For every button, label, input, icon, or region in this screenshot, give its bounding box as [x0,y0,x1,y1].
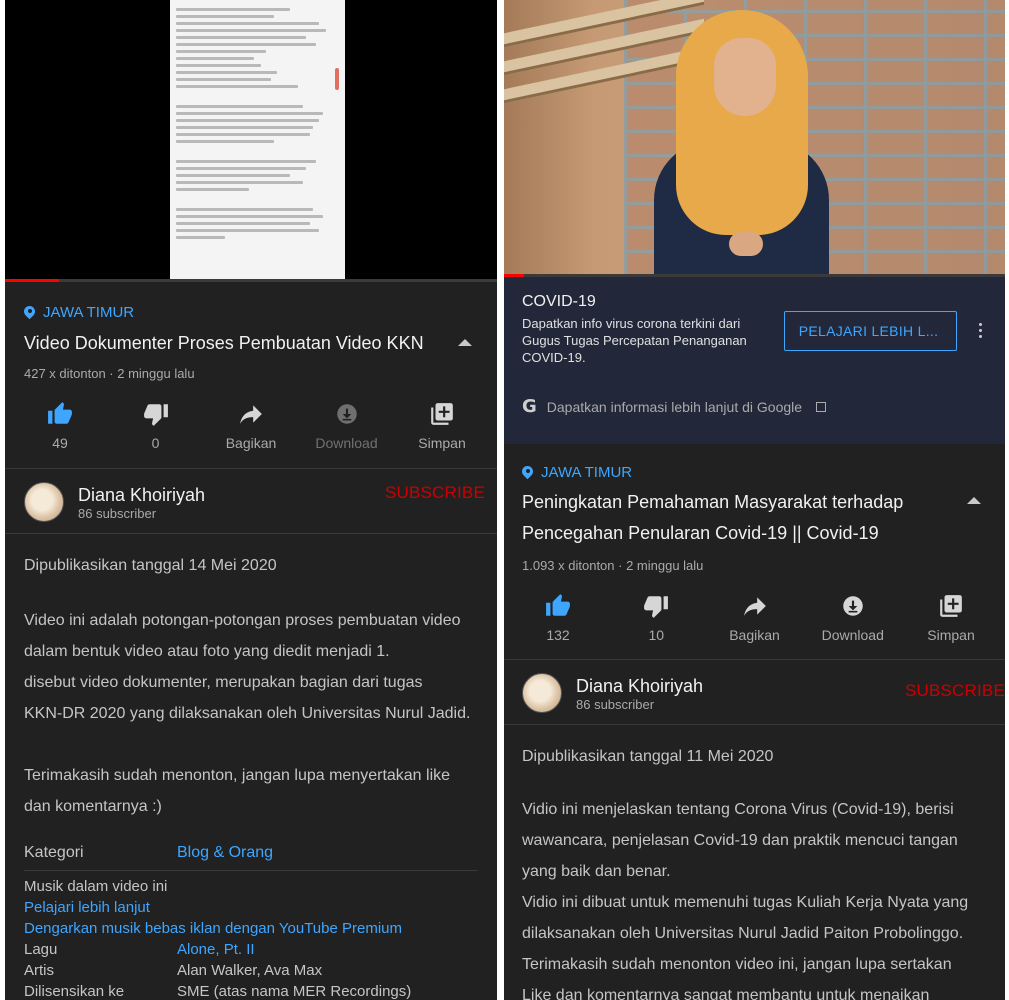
video-title: Video Dokumenter Proses Pembuatan Video … [24,333,424,353]
share-arrow-icon [743,597,766,616]
video-player[interactable] [504,0,1005,277]
artist-row: Artis Alan Walker, Ava Max [24,962,323,979]
location-pin-icon [522,466,533,480]
avatar[interactable] [522,673,562,713]
download-label: Download [315,435,378,451]
view-count: 1.093 x ditonton · 2 minggu lalu [522,558,704,573]
channel-name[interactable]: Diana Khoiriyah [78,484,205,506]
subscriber-count: 86 subscriber [78,505,157,521]
dislike-button[interactable]: 0 [120,401,192,451]
subscribe-button[interactable]: SUBSCRIBE [905,681,1005,701]
save-button[interactable]: Simpan [915,593,987,643]
info-panel-text: Dapatkan info virus corona terkini dari … [522,316,747,365]
video-player[interactable] [5,0,497,282]
thumb-down-icon [143,404,168,426]
view-count: 427 x ditonton · 2 minggu lalu [24,366,195,381]
song-link[interactable]: Alone, Pt. II [177,939,478,960]
video-description: Video ini adalah potongan-potongan prose… [24,612,471,722]
category-row: Kategori Blog & Orang [24,842,478,864]
thanks-note: Terimakasih sudah menonton, jangan lupa … [24,767,451,815]
channel-row[interactable]: Diana Khoiriyah 86 subscriber SUBSCRIBE [504,660,1005,724]
like-button[interactable]: 132 [522,593,594,643]
like-count: 132 [546,627,570,643]
video-title: Peningkatan Pemahaman Masyarakat terhada… [522,492,904,543]
thumb-up-icon [48,402,72,424]
video-description: Vidio ini menjelaskan tentang Corona Vir… [522,801,969,1000]
location-label: JAWA TIMUR [43,304,135,321]
subscriber-count: 86 subscriber [576,696,655,712]
music-heading: Musik dalam video ini [24,878,168,895]
thumb-down-icon [644,596,669,618]
collapse-description-icon[interactable] [967,497,981,504]
google-info-link[interactable]: G Dapatkan informasi lebih lanjut di Goo… [522,396,987,417]
dislike-button[interactable]: 10 [620,593,692,643]
avatar[interactable] [24,482,64,522]
playlist-add-icon [431,403,453,425]
like-count: 49 [52,435,68,451]
publish-date: Dipublikasikan tanggal 11 Mei 2020 [522,748,774,765]
external-link-icon [816,401,827,412]
dislike-count: 10 [648,627,665,643]
category-label: Kategori [24,844,84,861]
share-label: Bagikan [225,435,277,451]
save-label: Simpan [418,435,466,451]
thumb-up-icon [546,594,570,616]
channel-name[interactable]: Diana Khoiriyah [576,675,703,697]
save-label: Simpan [927,627,975,643]
video-progress-bar[interactable] [504,274,525,277]
more-options-icon[interactable] [973,315,987,338]
like-button[interactable]: 49 [24,401,96,451]
download-label: Download [821,627,884,643]
location-tag[interactable]: JAWA TIMUR [24,304,478,321]
share-arrow-icon [240,405,262,424]
location-label: JAWA TIMUR [541,464,633,481]
download-icon [843,596,863,616]
location-pin-icon [24,306,35,320]
google-g-icon: G [522,396,537,417]
share-button[interactable]: Bagikan [719,593,791,643]
download-button[interactable]: Download [817,593,889,643]
youtube-premium-link[interactable]: Dengarkan musik bebas iklan dengan YouTu… [24,918,478,939]
learn-more-button[interactable]: PELAJARI LEBIH L... [783,311,958,351]
download-icon [336,404,357,424]
video-frame-interview [504,0,1005,277]
subscribe-button[interactable]: SUBSCRIBE [385,483,485,503]
license-row: Dilisensikan ke SME (atas nama MER Recor… [24,983,412,1000]
download-button[interactable]: Download [311,401,383,451]
save-button[interactable]: Simpan [406,401,478,451]
right-video-page: COVID-19 Dapatkan info virus corona terk… [504,0,1005,1000]
publish-date: Dipublikasikan tanggal 14 Mei 2020 [24,557,277,574]
category-link[interactable]: Blog & Orang [177,842,478,864]
playlist-add-icon [940,595,962,617]
left-video-page: JAWA TIMUR Video Dokumenter Proses Pembu… [5,0,497,1000]
video-frame-document [170,0,345,282]
location-tag[interactable]: JAWA TIMUR [522,464,987,481]
share-label: Bagikan [729,627,780,643]
song-row: Lagu Alone, Pt. II [24,939,478,960]
channel-row[interactable]: Diana Khoiriyah 86 subscriber SUBSCRIBE [5,469,497,533]
dislike-count: 0 [151,435,160,451]
collapse-description-icon[interactable] [458,339,472,346]
learn-more-link[interactable]: Pelajari lebih lanjut [24,897,478,918]
share-button[interactable]: Bagikan [215,401,287,451]
covid-info-panel: COVID-19 Dapatkan info virus corona terk… [504,277,1005,444]
video-progress-bar[interactable] [5,279,60,282]
info-panel-title: COVID-19 [522,293,596,310]
